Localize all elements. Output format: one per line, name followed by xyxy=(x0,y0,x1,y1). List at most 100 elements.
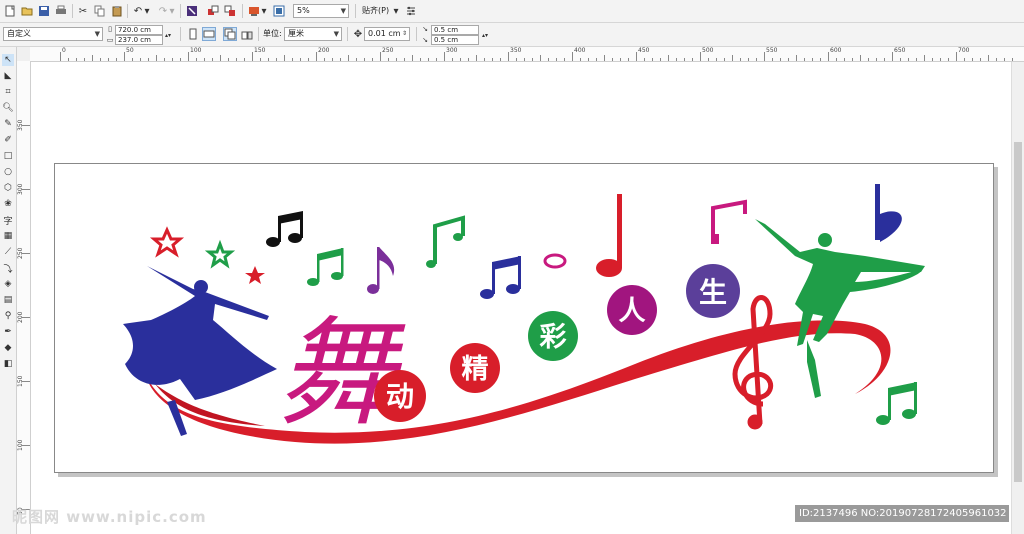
ruler-minor-tick xyxy=(812,58,813,61)
welcome-screen-icon[interactable] xyxy=(272,4,286,18)
chevron-down-icon: ▼ xyxy=(94,30,100,38)
undo-dropdown-icon[interactable]: ▾ xyxy=(143,4,151,18)
rectangle-tool-icon[interactable]: □ xyxy=(2,150,14,162)
ruler-minor-tick xyxy=(588,58,589,61)
ruler-minor-tick xyxy=(172,58,173,61)
open-folder-icon[interactable] xyxy=(20,4,34,18)
table-tool-icon[interactable]: ▦ xyxy=(2,230,14,242)
red-half-note xyxy=(596,194,622,277)
transparency-tool-icon[interactable]: ▤ xyxy=(2,294,14,306)
page-size-combo[interactable]: 自定义 ▼ xyxy=(3,27,103,41)
options-icon[interactable] xyxy=(404,4,418,18)
crop-tool-icon[interactable]: ⌗ xyxy=(2,86,14,98)
units-value: 厘米 xyxy=(288,29,304,38)
shape-tool-icon[interactable]: ◣ xyxy=(2,70,14,82)
ruler-minor-tick xyxy=(740,58,741,61)
page-width-icon: ▯ xyxy=(108,25,112,33)
circle-char-5: 生 xyxy=(686,264,740,318)
zoom-level-value: 5% xyxy=(297,6,310,15)
ruler-minor-tick xyxy=(196,58,197,61)
ruler-minor-tick xyxy=(620,58,621,61)
circle-char-2: 精 xyxy=(450,343,500,393)
page-height-value: 237.0 cm xyxy=(118,36,151,44)
artwork[interactable]: 舞 动 精 彩 人 生 xyxy=(55,164,993,472)
ruler-minor-tick xyxy=(924,55,925,61)
ruler-minor-tick xyxy=(948,58,949,61)
page-width-field[interactable]: 720.0 cm xyxy=(115,25,163,35)
ruler-minor-tick xyxy=(844,58,845,61)
fill-bucket-icon[interactable]: ◆ xyxy=(2,342,14,354)
page-height-field[interactable]: 237.0 cm xyxy=(115,35,163,45)
horizontal-ruler[interactable]: 0 50 100 150 200 250 300 350 400 450 500 550 600 650 7… xyxy=(30,47,1024,62)
zoom-level-combo[interactable]: 5% ▼ xyxy=(293,4,349,18)
all-pages-icon[interactable] xyxy=(223,27,237,41)
ruler-tick xyxy=(124,52,125,61)
import-icon[interactable] xyxy=(206,4,220,18)
ruler-minor-tick xyxy=(412,55,413,61)
connector-tool-icon[interactable]: ⤵ xyxy=(2,262,14,275)
ruler-minor-tick xyxy=(324,58,325,61)
portrait-orientation-icon[interactable] xyxy=(186,27,200,41)
ruler-minor-tick xyxy=(540,55,541,61)
dimension-spinner-icon[interactable]: ▴▾ xyxy=(164,25,172,45)
application-launcher-icon[interactable] xyxy=(247,4,261,18)
artistic-media-tool-icon[interactable]: ✐ xyxy=(2,134,14,146)
scrollbar-thumb[interactable] xyxy=(1014,142,1022,482)
search-content-icon[interactable] xyxy=(185,4,199,18)
duplicate-x-icon: ↘ xyxy=(422,25,428,33)
ruler-tick xyxy=(444,52,445,61)
export-icon[interactable] xyxy=(223,4,237,18)
vertical-scrollbar[interactable] xyxy=(1011,62,1024,534)
duplicate-y-field[interactable]: 0.5 cm xyxy=(431,35,479,45)
document-page[interactable]: 舞 动 精 彩 人 生 xyxy=(54,163,994,473)
freehand-tool-icon[interactable]: ✎ xyxy=(2,118,14,130)
text-tool-icon[interactable]: 字 xyxy=(2,214,14,227)
ruler-label: 400 xyxy=(574,47,586,54)
pick-tool-icon[interactable]: ↖ xyxy=(2,54,14,66)
polygon-tool-icon[interactable]: ⬡ xyxy=(2,182,14,194)
ellipse-tool-icon[interactable]: ○ xyxy=(2,166,14,178)
nudge-distance-field[interactable]: 0.01 cm ⇕ xyxy=(364,27,410,41)
print-icon[interactable] xyxy=(54,4,68,18)
ruler-minor-tick xyxy=(796,55,797,61)
outline-pen-icon[interactable]: ✒ xyxy=(2,326,14,338)
ruler-tick xyxy=(828,52,829,61)
snap-to-menu[interactable]: 贴齐(P) xyxy=(362,5,389,17)
smart-fill-icon[interactable]: ◧ xyxy=(2,358,14,370)
duplicate-x-field[interactable]: 0.5 cm xyxy=(431,25,479,35)
dimension-tool-icon[interactable]: ⟋ xyxy=(2,246,14,258)
new-document-icon[interactable] xyxy=(3,4,17,18)
ruler-minor-tick xyxy=(964,58,965,61)
ruler-minor-tick xyxy=(140,58,141,61)
green-ballerina-silhouette xyxy=(755,219,925,398)
current-page-icon[interactable] xyxy=(240,27,254,41)
paste-icon[interactable] xyxy=(110,4,124,18)
red-treble-clef xyxy=(732,295,774,430)
ruler-minor-tick xyxy=(308,58,309,61)
save-icon[interactable] xyxy=(37,4,51,18)
ruler-minor-tick xyxy=(76,58,77,61)
interactive-fill-icon[interactable]: ◈ xyxy=(2,278,14,290)
duplicate-spinner-icon[interactable]: ▴▾ xyxy=(480,25,490,45)
green-star-outline xyxy=(204,239,236,269)
ruler-origin[interactable] xyxy=(16,47,30,61)
redo-dropdown-icon[interactable]: ▾ xyxy=(168,4,176,18)
vertical-ruler[interactable]: 350 300 250 200 150 100 50 xyxy=(16,61,31,534)
purple-eighth-note xyxy=(367,247,395,294)
copy-icon[interactable] xyxy=(93,4,107,18)
snap-dropdown-icon[interactable]: ▾ xyxy=(392,4,400,18)
basic-shapes-tool-icon[interactable]: ❀ xyxy=(2,198,14,210)
ruler-minor-tick xyxy=(804,58,805,61)
units-combo[interactable]: 厘米 ▼ xyxy=(284,27,342,41)
ruler-minor-tick xyxy=(932,58,933,61)
eyedropper-tool-icon[interactable]: ⚲ xyxy=(2,310,14,322)
ruler-tick xyxy=(22,125,30,126)
zoom-tool-icon[interactable]: 🔍︎ xyxy=(2,102,14,114)
ruler-minor-tick xyxy=(772,58,773,61)
ruler-minor-tick xyxy=(100,58,101,61)
landscape-orientation-icon[interactable] xyxy=(202,27,216,41)
cut-icon[interactable]: ✂ xyxy=(76,4,90,18)
launcher-dropdown-icon[interactable]: ▾ xyxy=(260,4,268,18)
ruler-minor-tick xyxy=(564,58,565,61)
ruler-minor-tick xyxy=(156,55,157,61)
